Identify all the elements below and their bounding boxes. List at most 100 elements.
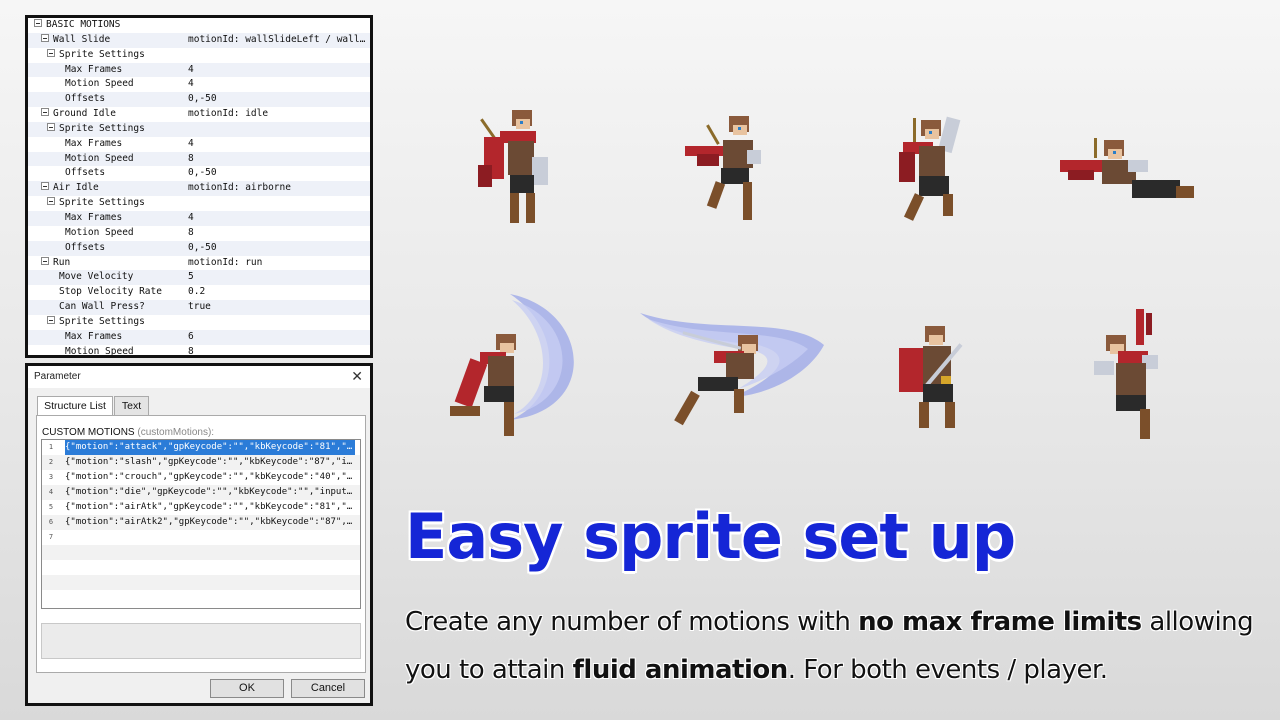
tree-row-name: Ground Idle [41, 107, 116, 122]
tree-row-value: 0,-50 [188, 241, 217, 253]
list-item[interactable]: 2 {"motion":"slash","gpKeycode":"","kbKey… [42, 455, 360, 470]
tree-row[interactable]: Sprite Settings [28, 48, 370, 63]
list-item[interactable]: 3 {"motion":"crouch","gpKeycode":"","kbKe… [42, 470, 360, 485]
tree-row[interactable]: Run motionId: run [28, 256, 370, 271]
collapse-icon[interactable] [41, 108, 49, 117]
tree-row[interactable]: BASIC MOTIONS [28, 18, 370, 33]
list-item[interactable]: 4 {"motion":"die","gpKeycode":"","kbKeyco… [42, 485, 360, 500]
tree-row-name: BASIC MOTIONS [34, 18, 120, 33]
tree-row[interactable]: Max Frames 4 [28, 62, 370, 78]
tree-row-name: Wall Slide [41, 33, 110, 48]
tree-row[interactable]: Motion Speed 8 [28, 345, 370, 357]
tree-row-name: Max Frames [65, 330, 122, 345]
tab-text[interactable]: Text [114, 396, 149, 415]
line-number: 1 [48, 443, 54, 451]
list-item[interactable]: 1 {"motion":"attack","gpKeycode":"","kbKe… [42, 440, 360, 456]
list-item[interactable] [42, 575, 360, 590]
tree-row-label: Stop Velocity Rate [59, 286, 162, 298]
collapse-icon[interactable] [47, 315, 55, 324]
list-item[interactable] [42, 560, 360, 575]
tree-row-value: 0,-50 [188, 167, 217, 179]
tree-row-name: Offsets [65, 241, 105, 256]
tree-row[interactable]: Offsets 0,-50 [28, 166, 370, 181]
tree-row-value: motionId: idle [188, 108, 269, 120]
list-item[interactable]: 7 [42, 530, 360, 545]
tree-row[interactable]: Max Frames 4 [28, 210, 370, 226]
collapse-icon[interactable] [47, 197, 55, 206]
list-label-sub: (customMotions): [137, 427, 215, 438]
tree-row[interactable]: Motion Speed 8 [28, 151, 370, 167]
tree-row[interactable]: Max Frames 4 [28, 137, 370, 152]
tree-row[interactable]: Can Wall Press? true [28, 300, 370, 315]
tree-row[interactable]: Sprite Settings [28, 196, 370, 211]
collapse-icon[interactable] [41, 182, 49, 191]
tree-row[interactable]: Sprite Settings [28, 315, 370, 330]
tree-row-value: 8 [188, 226, 194, 238]
collapse-icon[interactable] [47, 122, 55, 131]
tree-row-label: Run [53, 256, 71, 268]
tree-row-name: Motion Speed [65, 345, 134, 355]
tree-row-value: 8 [188, 152, 194, 164]
tree-row-label: Max Frames [65, 63, 123, 75]
list-item[interactable] [42, 590, 360, 605]
tree-row-label: Ground Idle [53, 108, 116, 120]
tree-row[interactable]: Max Frames 6 [28, 329, 370, 345]
tree-row-label: BASIC MOTIONS [46, 19, 121, 30]
tree-row-value: 4 [188, 137, 194, 149]
custom-motions-list[interactable]: 1 {"motion":"attack","gpKeycode":"","kbKe… [41, 439, 361, 609]
tree-row-label: Offsets [65, 167, 106, 179]
sprite-die [1094, 309, 1158, 439]
list-item-text: {"motion":"crouch","gpKeycode":"","kbKey… [65, 472, 353, 482]
tree-row[interactable]: Motion Speed 4 [28, 77, 370, 92]
list-item-text: {"motion":"attack","gpKeycode":"","kbKey… [64, 440, 356, 456]
list-item-text: {"motion":"airAtk","gpKeycode":"","kbKey… [65, 502, 353, 512]
tree-row-value: motionId: airborne [188, 182, 291, 194]
ok-button[interactable]: OK [210, 679, 284, 698]
tree-row[interactable]: Offsets 0,-50 [28, 240, 370, 256]
cancel-button[interactable]: Cancel [291, 679, 365, 698]
tree-row-name: Motion Speed [65, 77, 134, 92]
tree-row[interactable]: Air Idle motionId: airborne [28, 181, 370, 197]
tree-row[interactable]: Offsets 0,-50 [28, 92, 370, 108]
tree-row[interactable]: Move Velocity 5 [28, 270, 370, 286]
tree-row[interactable]: Stop Velocity Rate 0.2 [28, 285, 370, 300]
sprite-slash-dash [640, 313, 824, 426]
tree-row-label: Sprite Settings [59, 197, 145, 209]
copy-part: allowing [1141, 607, 1254, 637]
tree-row[interactable]: Sprite Settings [28, 121, 370, 137]
collapse-icon[interactable] [47, 48, 55, 57]
property-tree-panel[interactable]: BASIC MOTIONS Wall Slide motionId: wallSli… [25, 15, 373, 358]
collapse-icon[interactable] [41, 33, 49, 42]
property-tree[interactable]: BASIC MOTIONS Wall Slide motionId: wallSli… [28, 18, 370, 357]
list-item[interactable]: 6 {"motion":"airAtk2","gpKeycode":"","kbK… [42, 515, 360, 530]
tree-row-name: Motion Speed [65, 226, 134, 241]
tab-body: CUSTOM MOTIONS (customMotions): 1 {"motio… [36, 415, 366, 673]
list-item[interactable]: 5 {"motion":"airAtk","gpKeycode":"","kbKe… [42, 500, 360, 515]
collapse-icon[interactable] [41, 256, 49, 265]
line-number: 6 [48, 518, 54, 526]
tree-row[interactable]: Ground Idle motionId: idle [28, 107, 370, 122]
tree-row-label: Motion Speed [65, 226, 134, 238]
tree-row-label: Offsets [65, 241, 106, 253]
tree-row[interactable]: Motion Speed 8 [28, 226, 370, 241]
tree-row-label: Max Frames [65, 330, 123, 342]
tree-row-value: motionId: run [188, 256, 263, 268]
tree-row-name: Offsets [65, 92, 105, 107]
line-number: 5 [48, 503, 54, 511]
headline: Easy sprite set up [405, 500, 1016, 573]
tree-row-value: true [188, 301, 211, 313]
description-line-2: you to attain fluid animation. For both … [405, 646, 1265, 694]
sprite-jump [899, 116, 961, 221]
collapse-icon[interactable] [34, 19, 42, 27]
list-item[interactable] [42, 545, 360, 560]
tree-row-value: 6 [188, 330, 194, 342]
tree-row[interactable]: Wall Slide motionId: wallSlideLeft / wall… [28, 32, 370, 48]
close-icon[interactable]: ✕ [351, 368, 363, 385]
tree-row-name: Sprite Settings [47, 315, 145, 330]
sprite-idle [478, 110, 548, 223]
tree-row-label: Offsets [65, 93, 106, 105]
tree-row-value: 8 [188, 345, 194, 357]
tab-structure-list[interactable]: Structure List [37, 396, 113, 416]
list-item-text: {"motion":"die","gpKeycode":"","kbKeycod… [65, 487, 353, 497]
line-number: 4 [48, 488, 54, 496]
